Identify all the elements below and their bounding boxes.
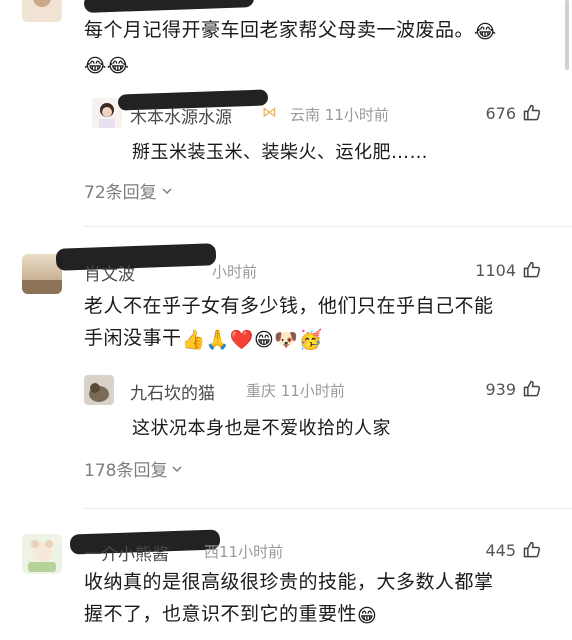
like-button[interactable]: 676 bbox=[485, 103, 542, 123]
reply-text: 掰玉米装玉米、装柴火、运化肥…… bbox=[132, 142, 428, 163]
thumbs-up-icon bbox=[523, 541, 541, 558]
vip-badge-icon: ⋈ bbox=[262, 103, 277, 121]
chevron-down-icon bbox=[172, 465, 182, 472]
comment-text: 老人不在乎子女有多少钱，他们只在乎自己不能 手闲没事干👍🙏❤️😁🐶🥳 bbox=[84, 290, 544, 356]
like-count: 445 bbox=[485, 540, 516, 560]
divider bbox=[84, 226, 572, 227]
avatar[interactable] bbox=[84, 375, 114, 405]
like-button[interactable]: 445 bbox=[485, 540, 542, 560]
comment-meta: 西11小时前 bbox=[204, 543, 284, 561]
comment-2: 肖文波 小时前 1104 老人不在乎子女有多少钱，他们只在乎自己不能 手闲没事干… bbox=[0, 240, 572, 510]
expand-replies-button[interactable]: 178条回复 bbox=[84, 456, 183, 481]
reply-meta: 云南 11小时前 bbox=[290, 106, 389, 124]
comment-text: 收纳真的是很高级很珍贵的技能，大多数人都掌 握不了，也意识不到它的重要性😁 bbox=[84, 566, 544, 632]
author-name[interactable]: 一介小熊酱 bbox=[84, 540, 169, 565]
avatar[interactable] bbox=[22, 0, 62, 22]
reply-text: 这状况本身也是不爱收拾的人家 bbox=[132, 418, 391, 439]
laughing-emoji: 😂 bbox=[474, 21, 497, 43]
comment-time: 小时前 bbox=[212, 263, 258, 281]
comment-text: 每个月记得开豪车回老家帮父母卖一波废品。😂 😂😂 bbox=[84, 14, 544, 82]
reply-author-name[interactable]: 九石坎的猫 bbox=[130, 379, 215, 404]
comment-3: 一介小熊酱 西11小时前 445 收纳真的是很高级很珍贵的技能，大多数人都掌 握… bbox=[0, 520, 572, 640]
expand-replies-button[interactable]: 72条回复 bbox=[84, 178, 173, 203]
thumbs-up-icon bbox=[523, 380, 541, 397]
grinning-emoji: 😁 bbox=[357, 605, 378, 627]
avatar[interactable] bbox=[22, 534, 62, 574]
reaction-emojis: 👍🙏❤️😁🐶🥳 bbox=[181, 329, 323, 351]
like-count: 939 bbox=[485, 379, 516, 399]
laughing-emoji: 😂😂 bbox=[84, 55, 130, 77]
author-name[interactable]: 肖文波 bbox=[84, 260, 135, 285]
like-count: 1104 bbox=[475, 260, 516, 280]
reply-author-name[interactable]: 木本水源水源 bbox=[130, 103, 232, 128]
like-button[interactable]: 1104 bbox=[475, 260, 542, 280]
redaction-mark bbox=[83, 0, 255, 13]
thumbs-up-icon bbox=[523, 104, 541, 121]
thumbs-up-icon bbox=[523, 261, 541, 278]
like-button[interactable]: 939 bbox=[485, 379, 542, 399]
divider bbox=[84, 508, 572, 509]
comment-1: 每个月记得开豪车回老家帮父母卖一波废品。😂 😂😂 木本水源水源 ⋈ 云南 11小… bbox=[0, 0, 572, 230]
redaction-mark bbox=[55, 243, 217, 271]
chevron-down-icon bbox=[162, 187, 172, 194]
reply-meta: 重庆 11小时前 bbox=[246, 382, 345, 400]
like-count: 676 bbox=[485, 103, 516, 123]
